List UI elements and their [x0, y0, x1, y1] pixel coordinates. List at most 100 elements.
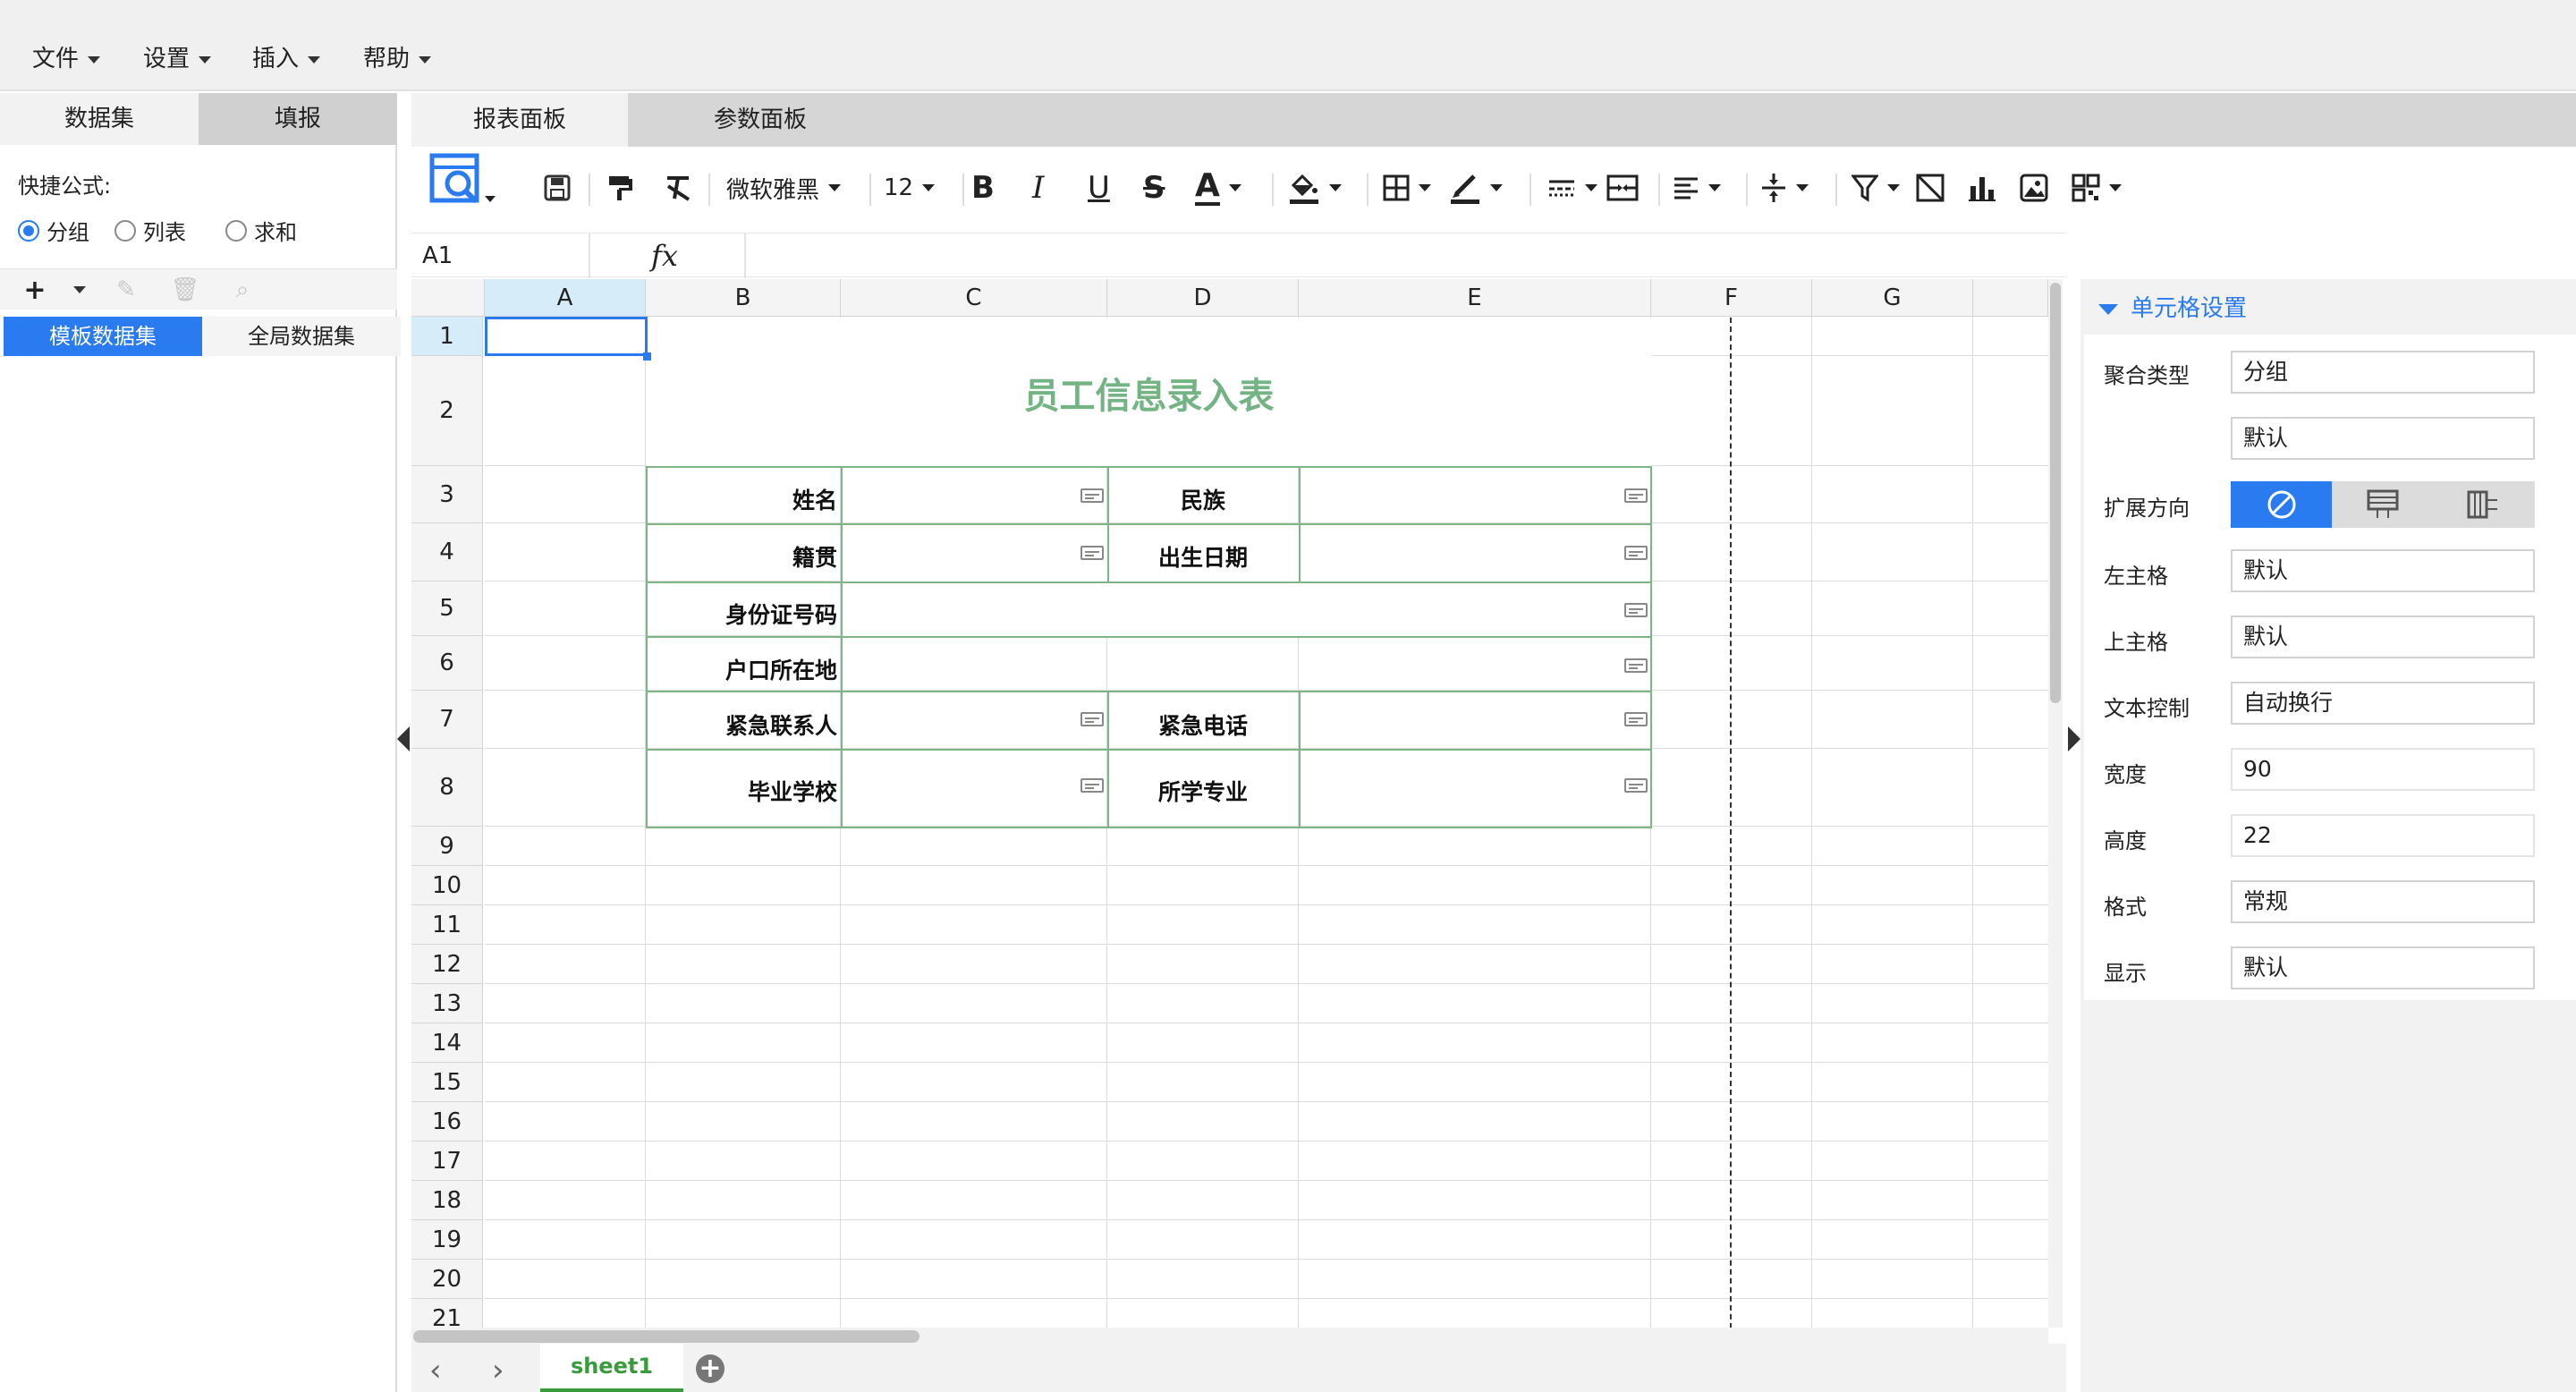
col-header-b[interactable]: B — [646, 279, 841, 317]
col-header-e[interactable]: E — [1299, 279, 1651, 317]
menu-file[interactable]: 文件 — [32, 41, 101, 77]
tab-dataset[interactable]: 数据集 — [0, 93, 199, 145]
row-header[interactable]: 7 — [411, 691, 483, 749]
align-button[interactable] — [1673, 165, 1721, 211]
font-family-select[interactable]: 微软雅黑 — [726, 165, 842, 211]
menu-settings[interactable]: 设置 — [143, 41, 212, 77]
text-control-select[interactable]: 自动换行 — [2231, 682, 2535, 725]
col-header-a[interactable]: A — [485, 279, 646, 317]
row-header[interactable]: 16 — [411, 1102, 483, 1142]
row-header[interactable]: 13 — [411, 984, 483, 1023]
tab-fill[interactable]: 填报 — [199, 93, 397, 145]
household-input-cell[interactable] — [842, 582, 1651, 636]
text-widget-icon[interactable] — [1624, 546, 1648, 560]
fx-icon[interactable]: fx — [651, 239, 678, 273]
filter-button[interactable] — [1852, 165, 1900, 211]
col-header-g[interactable]: G — [1812, 279, 1973, 317]
horizontal-expand-option[interactable] — [2434, 481, 2535, 528]
row-header[interactable]: 14 — [411, 1023, 483, 1063]
row-header[interactable]: 8 — [411, 749, 483, 827]
radio-list[interactable]: 列表 — [114, 215, 186, 246]
save-icon[interactable] — [544, 165, 571, 211]
col-header-c[interactable]: C — [841, 279, 1107, 317]
row-header[interactable]: 9 — [411, 827, 483, 866]
format-painter-icon[interactable] — [606, 165, 635, 211]
vertical-align-button[interactable] — [1760, 165, 1809, 211]
sheet-tab[interactable]: sheet1 — [540, 1344, 683, 1392]
pencil-icon[interactable]: ✎ — [111, 275, 141, 305]
tab-global-dataset[interactable]: 全局数据集 — [202, 317, 401, 356]
bold-button[interactable]: B — [971, 165, 995, 211]
chevron-right-icon[interactable]: › — [492, 1353, 504, 1388]
border-button[interactable] — [1383, 165, 1431, 211]
row-header[interactable]: 15 — [411, 1063, 483, 1102]
preview-button[interactable] — [429, 153, 501, 204]
agg-type-select[interactable]: 分组 — [2231, 351, 2535, 394]
cell-reference[interactable]: A1 — [422, 242, 453, 269]
chart-button[interactable] — [1968, 165, 1996, 211]
row-header[interactable]: 2 — [411, 356, 483, 466]
text-widget-icon[interactable] — [1624, 778, 1648, 793]
row-header[interactable]: 10 — [411, 866, 483, 905]
row-header[interactable]: 18 — [411, 1181, 483, 1220]
horizontal-scrollbar[interactable] — [411, 1328, 2048, 1344]
corner-cell[interactable] — [411, 279, 485, 317]
radio-group[interactable]: 分组 — [18, 215, 89, 246]
row-header[interactable]: 3 — [411, 466, 483, 523]
collapse-left-arrow-icon[interactable] — [397, 726, 410, 751]
vertical-scrollbar[interactable] — [2048, 279, 2063, 1328]
clear-format-icon[interactable] — [664, 165, 692, 211]
italic-button[interactable]: I — [1032, 165, 1044, 211]
tab-report-panel[interactable]: 报表面板 — [411, 93, 628, 147]
slash-cell-button[interactable] — [1916, 165, 1945, 211]
collapse-right-arrow-icon[interactable] — [2068, 726, 2080, 751]
merge-cells-button[interactable] — [1606, 165, 1639, 211]
menu-insert[interactable]: 插入 — [252, 41, 321, 77]
row-header[interactable]: 5 — [411, 581, 483, 636]
tab-param-panel[interactable]: 参数面板 — [644, 93, 877, 147]
tab-template-dataset[interactable]: 模板数据集 — [4, 317, 202, 356]
add-sheet-icon[interactable]: + — [696, 1354, 724, 1383]
width-input[interactable]: 90 — [2231, 748, 2535, 791]
row-header[interactable]: 20 — [411, 1260, 483, 1299]
trash-icon[interactable]: 🗑 — [170, 275, 200, 305]
text-widget-icon[interactable] — [1080, 488, 1104, 503]
selected-cell-a1[interactable] — [485, 317, 648, 356]
top-parent-select[interactable]: 默认 — [2231, 615, 2535, 658]
line-style-button[interactable] — [1547, 165, 1597, 211]
fill-handle[interactable] — [643, 352, 651, 361]
text-widget-icon[interactable] — [1624, 712, 1648, 726]
menu-help[interactable]: 帮助 — [363, 41, 432, 77]
col-header-h[interactable] — [1973, 279, 2048, 317]
left-parent-select[interactable]: 默认 — [2231, 549, 2535, 592]
spreadsheet-grid[interactable]: A B C D E F G 1 2 3 4 5 6 7 8 9 10 11 12 13 14 15 16 17 1… — [411, 279, 2048, 1337]
strikethrough-button[interactable]: S — [1143, 165, 1165, 211]
fill-color-button[interactable] — [1288, 165, 1342, 211]
vertical-expand-option[interactable] — [2332, 481, 2433, 528]
formula-input[interactable] — [748, 233, 2063, 276]
row-header[interactable]: 4 — [411, 523, 483, 581]
row-header[interactable]: 1 — [411, 317, 483, 356]
chevron-left-icon[interactable]: ‹ — [429, 1353, 442, 1388]
text-widget-icon[interactable] — [1080, 712, 1104, 726]
no-expand-option[interactable] — [2231, 481, 2333, 528]
text-widget-icon[interactable] — [1080, 546, 1104, 560]
col-header-f[interactable]: F — [1651, 279, 1812, 317]
row-header[interactable]: 6 — [411, 636, 483, 691]
widget-button[interactable] — [2072, 165, 2122, 211]
scrollbar-thumb[interactable] — [413, 1330, 919, 1343]
text-widget-icon[interactable] — [1624, 603, 1648, 617]
border-color-button[interactable] — [1449, 165, 1503, 211]
font-size-select[interactable]: 12 — [884, 165, 936, 211]
chevron-down-icon[interactable] — [64, 275, 95, 305]
text-widget-icon[interactable] — [1624, 658, 1648, 673]
cell-settings-header[interactable]: 单元格设置 — [2084, 279, 2576, 335]
text-widget-icon[interactable] — [1080, 778, 1104, 793]
scrollbar-thumb[interactable] — [2050, 283, 2061, 703]
radio-sum[interactable]: 求和 — [225, 215, 297, 246]
underline-button[interactable]: U — [1088, 165, 1110, 211]
plus-icon[interactable]: + — [20, 275, 50, 306]
font-color-button[interactable]: A — [1195, 165, 1241, 211]
row-header[interactable]: 17 — [411, 1142, 483, 1181]
row-header[interactable]: 12 — [411, 945, 483, 984]
